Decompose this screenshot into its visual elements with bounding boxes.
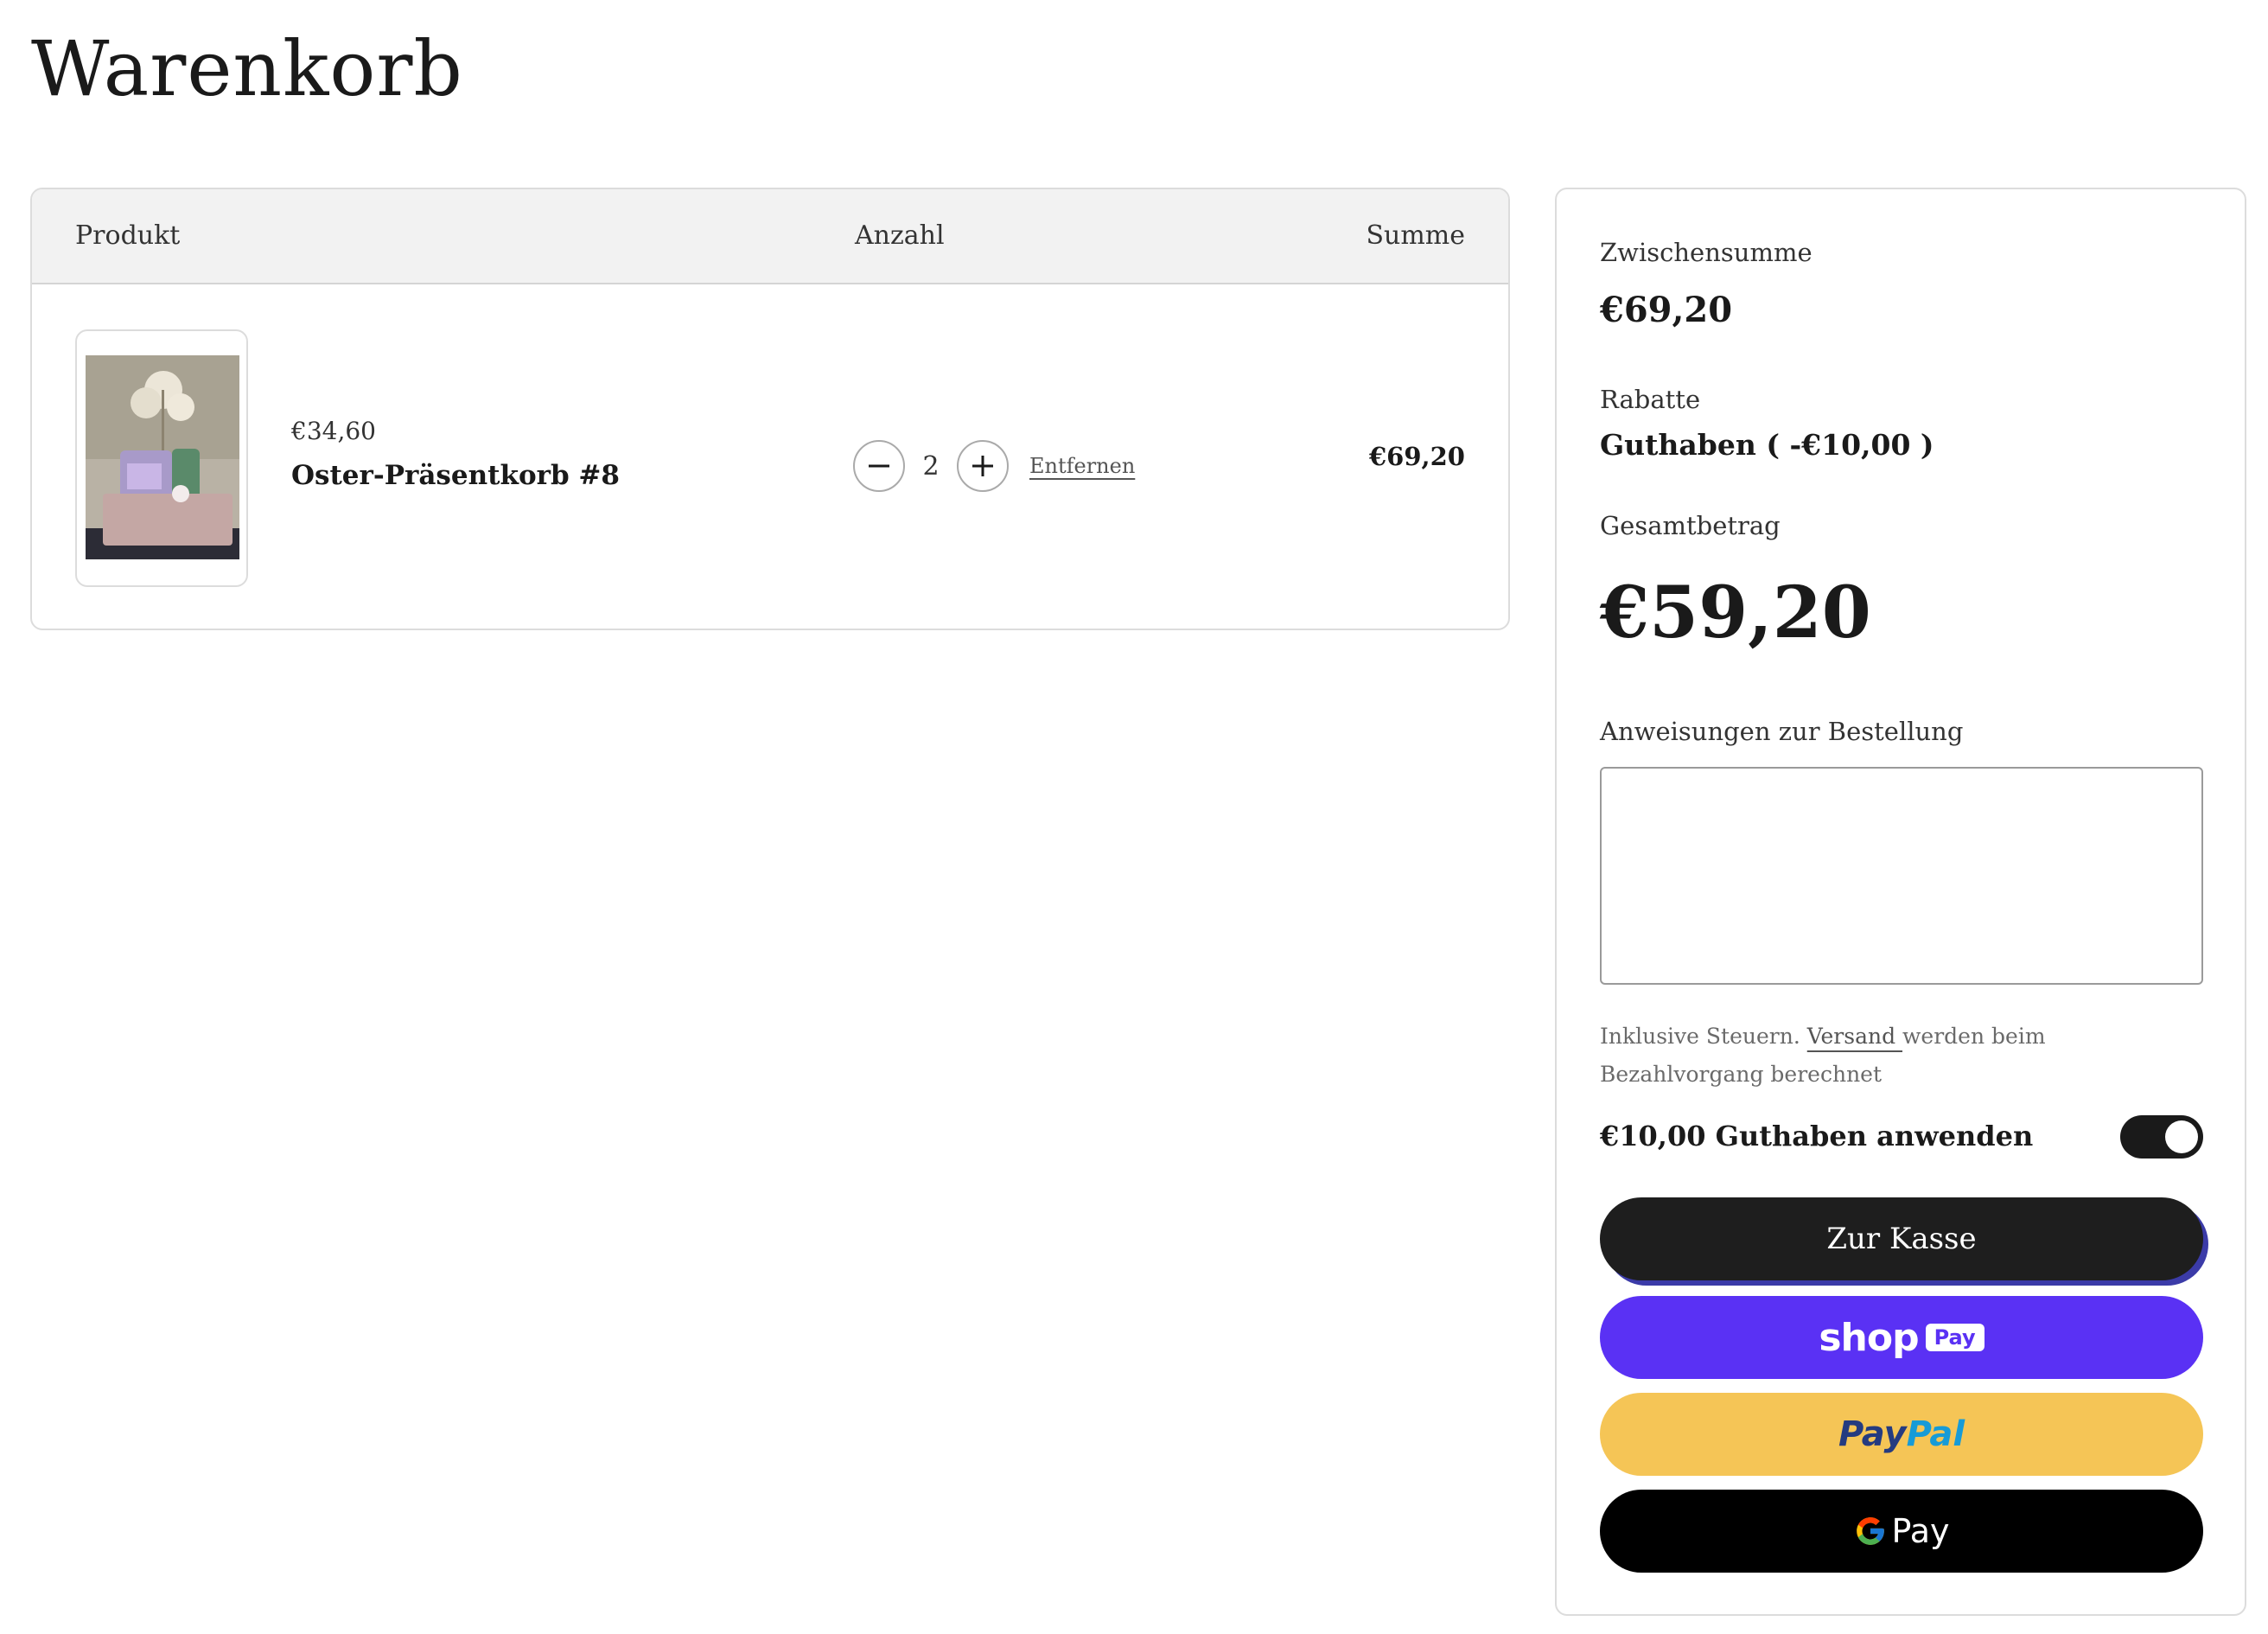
total-label: Gesamtbetrag	[1600, 511, 1781, 540]
shop-pay-badge: Pay	[1925, 1324, 1984, 1351]
tax-note-text: Inklusive Steuern.	[1600, 1024, 1807, 1049]
apply-credit-toggle[interactable]	[2120, 1115, 2203, 1158]
subtotal-label: Zwischensumme	[1600, 238, 1812, 267]
tax-shipping-note: Inklusive Steuern. Versand werden beim B…	[1600, 1018, 2205, 1094]
order-notes-input[interactable]	[1600, 767, 2203, 985]
plus-icon	[972, 456, 993, 476]
shop-pay-button[interactable]: shop Pay	[1600, 1296, 2203, 1379]
subtotal-value: €69,20	[1600, 290, 1733, 330]
cart-item-row: €34,60 Oster-Präsentkorb #8 2 Entfernen …	[32, 284, 1508, 629]
notes-label: Anweisungen zur Bestellung	[1600, 717, 1964, 746]
shipping-link[interactable]: Versand	[1807, 1024, 1902, 1049]
paypal-button[interactable]: Pay Pal	[1600, 1393, 2203, 1476]
discounts-value: Guthaben ( -€10,00 )	[1600, 428, 1934, 462]
checkout-button[interactable]: Zur Kasse	[1600, 1197, 2203, 1280]
total-value: €59,20	[1600, 571, 1871, 654]
page-title: Warenkorb	[31, 24, 463, 113]
remove-item-link[interactable]: Entfernen	[1029, 454, 1135, 478]
google-pay-word: Pay	[1891, 1512, 1950, 1550]
quantity-stepper: 2 Entfernen	[853, 440, 1135, 492]
paypal-logo-pal: Pal	[1906, 1414, 1965, 1454]
header-total: Summe	[1366, 220, 1465, 251]
apply-credit-label: €10,00 Guthaben anwenden	[1600, 1120, 2034, 1152]
toggle-knob	[2165, 1120, 2198, 1153]
item-product-name[interactable]: Oster-Präsentkorb #8	[291, 460, 620, 491]
product-thumbnail[interactable]	[75, 329, 248, 587]
discounts-label: Rabatte	[1600, 385, 1701, 414]
minus-icon	[869, 464, 889, 468]
header-product: Produkt	[75, 220, 181, 251]
cart-table-header: Produkt Anzahl Summe	[32, 189, 1508, 284]
item-unit-price: €34,60	[291, 417, 376, 445]
shop-pay-logo: shop	[1819, 1315, 1919, 1360]
item-line-total: €69,20	[1369, 442, 1465, 471]
quantity-value[interactable]: 2	[905, 451, 957, 482]
header-quantity: Anzahl	[855, 220, 945, 251]
product-image	[86, 355, 239, 559]
increase-quantity-button[interactable]	[957, 440, 1009, 492]
cart-table: Produkt Anzahl Summe €34,60 Oster-Präsen…	[30, 188, 1510, 630]
google-pay-button[interactable]: Pay	[1600, 1490, 2203, 1573]
google-g-icon	[1856, 1517, 1884, 1545]
decrease-quantity-button[interactable]	[853, 440, 905, 492]
order-summary: Zwischensumme €69,20 Rabatte Guthaben ( …	[1555, 188, 2246, 1616]
paypal-logo-pay: Pay	[1838, 1414, 1907, 1454]
